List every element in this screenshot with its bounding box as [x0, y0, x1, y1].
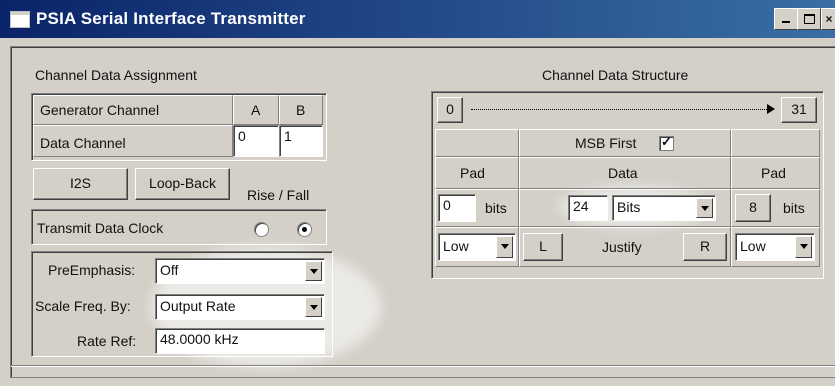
justify-right-button[interactable]: R — [683, 233, 727, 261]
loopback-button[interactable]: Loop-Back — [135, 168, 230, 200]
data-channel-label: Data Channel — [40, 135, 126, 151]
close-button[interactable]: × — [821, 8, 835, 30]
pad-right-level-select[interactable]: Low — [735, 233, 815, 261]
maximize-icon — [803, 14, 815, 24]
col-b-label: B — [296, 102, 306, 118]
col-b-header: B — [279, 95, 323, 125]
data-channel-b-input[interactable]: 1 — [279, 125, 323, 157]
pad-left-title: Pad — [460, 165, 485, 181]
pad-right-header: Pad — [731, 157, 820, 189]
bit-start-label: 0 — [437, 97, 463, 123]
preemphasis-select[interactable]: Off — [155, 258, 325, 284]
data-channel-cell: Data Channel — [33, 125, 233, 157]
preemphasis-value: Off — [160, 262, 179, 278]
msb-first-checkbox[interactable] — [659, 134, 674, 151]
transmit-clock-label: Transmit Data Clock — [37, 220, 164, 236]
minimize-icon — [782, 21, 790, 23]
data-channel-a-input[interactable]: 0 — [233, 125, 279, 157]
arrow-right-icon — [767, 104, 775, 114]
title-bar[interactable]: PSIA Serial Interface Transmitter × — [0, 0, 835, 38]
data-title: Data — [608, 165, 638, 181]
chevron-down-icon[interactable] — [696, 198, 713, 218]
pad-right-unit: bits — [783, 200, 805, 216]
window-icon — [10, 11, 30, 28]
data-header: Data — [519, 157, 731, 189]
application-window: PSIA Serial Interface Transmitter × Chan… — [0, 0, 835, 386]
col-a-label: A — [251, 102, 261, 118]
maximize-button[interactable] — [797, 8, 821, 30]
rise-radio[interactable] — [254, 222, 269, 237]
chevron-down-icon[interactable] — [305, 261, 322, 281]
justify-left-button[interactable]: L — [523, 233, 563, 261]
structure-title: Channel Data Structure — [542, 67, 689, 83]
pad-left-header: Pad — [435, 157, 519, 189]
generator-channel-cell: Generator Channel — [33, 95, 233, 125]
pad-left-input[interactable]: 0 — [438, 194, 476, 222]
chevron-down-icon[interactable] — [305, 297, 322, 317]
pad-right-value: 8 — [735, 194, 771, 222]
msb-first-label: MSB First — [575, 135, 637, 151]
rate-ref-label: Rate Ref: — [77, 333, 137, 349]
chevron-down-icon[interactable] — [496, 236, 513, 258]
msb-spacer-right — [731, 129, 820, 157]
col-a-header: A — [233, 95, 279, 125]
bit-range-arrow — [471, 109, 771, 110]
pad-right-level-value: Low — [740, 238, 766, 254]
i2s-button[interactable]: I2S — [33, 168, 128, 200]
data-unit-select[interactable]: Bits — [612, 195, 716, 221]
scale-freq-label: Scale Freq. By: — [35, 298, 131, 314]
rise-fall-label: Rise / Fall — [247, 187, 310, 203]
close-icon: × — [825, 12, 833, 26]
data-bits-input[interactable]: 24 — [568, 195, 608, 221]
pad-left-unit: bits — [485, 200, 507, 216]
preemphasis-label: PreEmphasis: — [48, 262, 136, 278]
fall-radio[interactable] — [297, 222, 312, 237]
bit-end-label: 31 — [781, 97, 817, 123]
pad-left-level-value: Low — [443, 238, 469, 254]
minimize-button[interactable] — [774, 8, 798, 30]
msb-cell: MSB First — [519, 129, 731, 157]
rate-ref-input[interactable]: 48.0000 kHz — [155, 328, 325, 354]
msb-spacer-left — [435, 129, 519, 157]
scale-freq-value: Output Rate — [160, 298, 236, 314]
window-title: PSIA Serial Interface Transmitter — [36, 9, 306, 28]
pad-left-level-select[interactable]: Low — [438, 233, 516, 261]
scale-freq-select[interactable]: Output Rate — [155, 294, 325, 320]
pad-right-title: Pad — [761, 165, 786, 181]
justify-label: Justify — [602, 239, 642, 255]
data-unit-value: Bits — [617, 199, 641, 215]
assignment-title: Channel Data Assignment — [35, 67, 197, 83]
chevron-down-icon[interactable] — [795, 236, 812, 258]
client-area: Channel Data Assignment Generator Channe… — [10, 46, 835, 378]
generator-channel-label: Generator Channel — [40, 102, 160, 118]
bottom-divider — [11, 365, 835, 367]
